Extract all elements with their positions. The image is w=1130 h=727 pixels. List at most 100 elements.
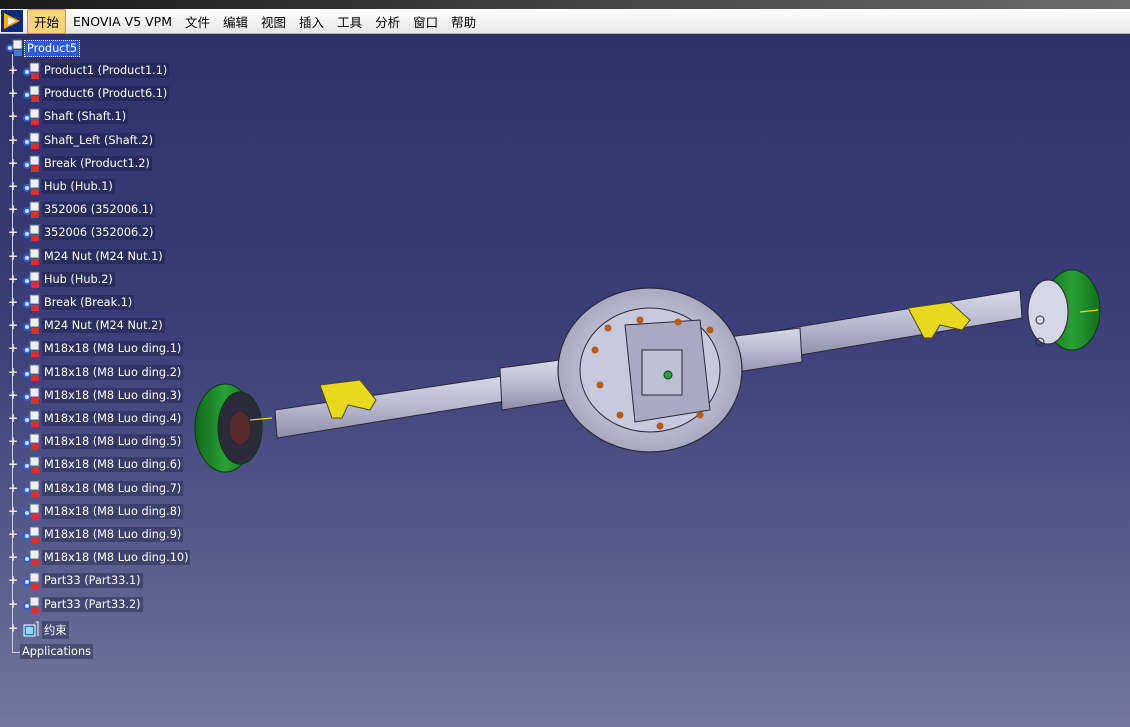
product-icon [23,201,40,219]
tree-item[interactable]: + Hub (Hub.1) [0,177,220,197]
tree-item[interactable]: + Part33 (Part33.1) [0,571,220,591]
tree-constraints[interactable]: + 约束 [0,619,200,639]
tree-applications-label[interactable]: Applications [20,644,94,659]
tree-item-label[interactable]: M18x18 (M8 Luo ding.4) [42,411,184,426]
catia-logo-icon[interactable] [1,10,23,32]
tree-item[interactable]: + M18x18 (M8 Luo ding.10) [0,548,220,568]
expand-icon[interactable]: + [8,319,18,331]
constraints-icon [23,621,39,637]
tree-item-label[interactable]: Part33 (Part33.1) [42,573,143,589]
expand-icon[interactable]: + [8,134,18,146]
menu-enovia[interactable]: ENOVIA V5 VPM [67,12,178,31]
tree-item[interactable]: + Shaft_Left (Shaft.2) [0,131,220,151]
tree-item-label[interactable]: M24 Nut (M24 Nut.1) [42,248,165,264]
menu-edit[interactable]: 编辑 [217,10,254,33]
tree-item-label[interactable]: M18x18 (M8 Luo ding.10) [42,550,191,566]
expand-icon[interactable]: + [8,366,18,378]
tree-item-label[interactable]: M18x18 (M8 Luo ding.1) [42,341,184,357]
tree-item[interactable]: + Product1 (Product1.1) [0,61,220,81]
expand-icon[interactable]: + [8,110,18,122]
tree-item-label[interactable]: M18x18 (M8 Luo ding.5) [42,434,184,450]
product-icon [23,248,40,265]
expand-icon[interactable]: + [8,157,18,169]
tree-item-label[interactable]: Break (Break.1) [42,295,135,310]
tree-item-label[interactable]: 352006 (352006.1) [42,202,156,218]
axle-assembly[interactable] [194,269,1101,473]
menu-analysis[interactable]: 分析 [369,10,406,33]
tree-item-label[interactable]: Product6 (Product6.1) [42,86,170,102]
tree-item-label[interactable]: M18x18 (M8 Luo ding.9) [42,527,184,542]
expand-icon[interactable]: + [8,458,18,470]
product-icon [23,596,40,613]
product-icon [23,155,40,172]
tree-item[interactable]: + Break (Product1.2) [0,154,220,174]
tree-root-label[interactable]: Product5 [24,40,81,57]
tree-item-label[interactable]: 352006 (352006.2) [42,225,156,241]
product-icon [23,364,40,381]
product-icon [23,340,40,358]
expand-icon[interactable]: + [8,505,18,517]
expand-icon[interactable]: + [8,389,18,401]
tree-item-label[interactable]: Shaft_Left (Shaft.2) [42,132,156,148]
expand-icon[interactable]: + [8,226,18,238]
expand-icon[interactable]: + [8,598,18,610]
tree-item-label[interactable]: M18x18 (M8 Luo ding.7) [42,480,184,496]
tree-item-label[interactable]: Hub (Hub.1) [42,179,115,194]
product-icon [23,410,40,427]
tree-item-label[interactable]: M18x18 (M8 Luo ding.6) [42,457,184,473]
tree-applications[interactable]: Applications [0,642,200,662]
expand-icon[interactable]: + [8,435,18,447]
product-icon [23,271,40,288]
tree-item-label[interactable]: Hub (Hub.2) [42,271,115,287]
expand-icon[interactable]: + [8,250,18,262]
tree-item-label[interactable]: M18x18 (M8 Luo ding.2) [42,364,184,380]
menu-insert[interactable]: 插入 [293,10,330,33]
expand-icon[interactable]: + [8,482,18,494]
expand-icon[interactable]: + [8,64,18,76]
product-icon [23,480,40,497]
tree-item[interactable]: + Product6 (Product6.1) [0,84,220,104]
expand-icon[interactable]: + [8,180,18,192]
tree-item-label[interactable]: Break (Product1.2) [42,155,152,171]
tree-item[interactable]: + Part33 (Part33.2) [0,595,220,615]
expand-icon[interactable]: + [8,412,18,424]
expand-icon[interactable]: + [8,296,18,308]
product-icon [23,62,40,79]
tree-root[interactable]: Product5 [0,38,200,58]
menu-view[interactable]: 视图 [255,10,292,33]
menu-tools[interactable]: 工具 [331,10,368,33]
left-hub[interactable] [194,383,273,473]
menu-file[interactable]: 文件 [179,10,216,33]
tree-item-label[interactable]: M24 Nut (M24 Nut.2) [42,318,165,334]
product-icon [23,572,40,590]
product-icon [23,526,40,543]
expand-icon[interactable]: + [8,87,18,99]
tree-item[interactable]: + Shaft (Shaft.1) [0,107,220,127]
product-icon [23,224,40,242]
expand-icon[interactable]: + [8,551,18,563]
tree-item[interactable]: +352006 (352006.2) [0,223,220,243]
3d-viewport[interactable] [180,250,1120,510]
window-title-bar [0,0,1130,9]
expand-icon[interactable]: + [8,342,18,354]
expand-icon[interactable]: + [8,528,18,540]
tree-item-label[interactable]: Part33 (Part33.2) [42,596,143,612]
right-hub[interactable] [1027,269,1101,351]
product-icon [23,317,40,335]
expand-icon[interactable]: + [8,273,18,285]
product-icon [23,178,40,195]
tree-item-label[interactable]: M18x18 (M8 Luo ding.8) [42,503,184,519]
tree-item[interactable]: + M18x18 (M8 Luo ding.9) [0,525,220,545]
expand-icon[interactable]: + [8,574,18,586]
tree-constraints-label[interactable]: 约束 [42,621,69,639]
tree-item-label[interactable]: Shaft (Shaft.1) [42,109,129,125]
menu-help[interactable]: 帮助 [445,10,482,33]
tree-item-label[interactable]: M18x18 (M8 Luo ding.3) [42,387,184,403]
menu-window[interactable]: 窗口 [407,10,444,33]
tree-item[interactable]: +352006 (352006.1) [0,200,220,220]
expand-icon[interactable]: + [8,622,18,634]
tree-item-label[interactable]: Product1 (Product1.1) [42,63,170,78]
menu-start[interactable]: 开始 [27,8,67,34]
tree-connector [12,652,20,653]
expand-icon[interactable]: + [8,203,18,215]
